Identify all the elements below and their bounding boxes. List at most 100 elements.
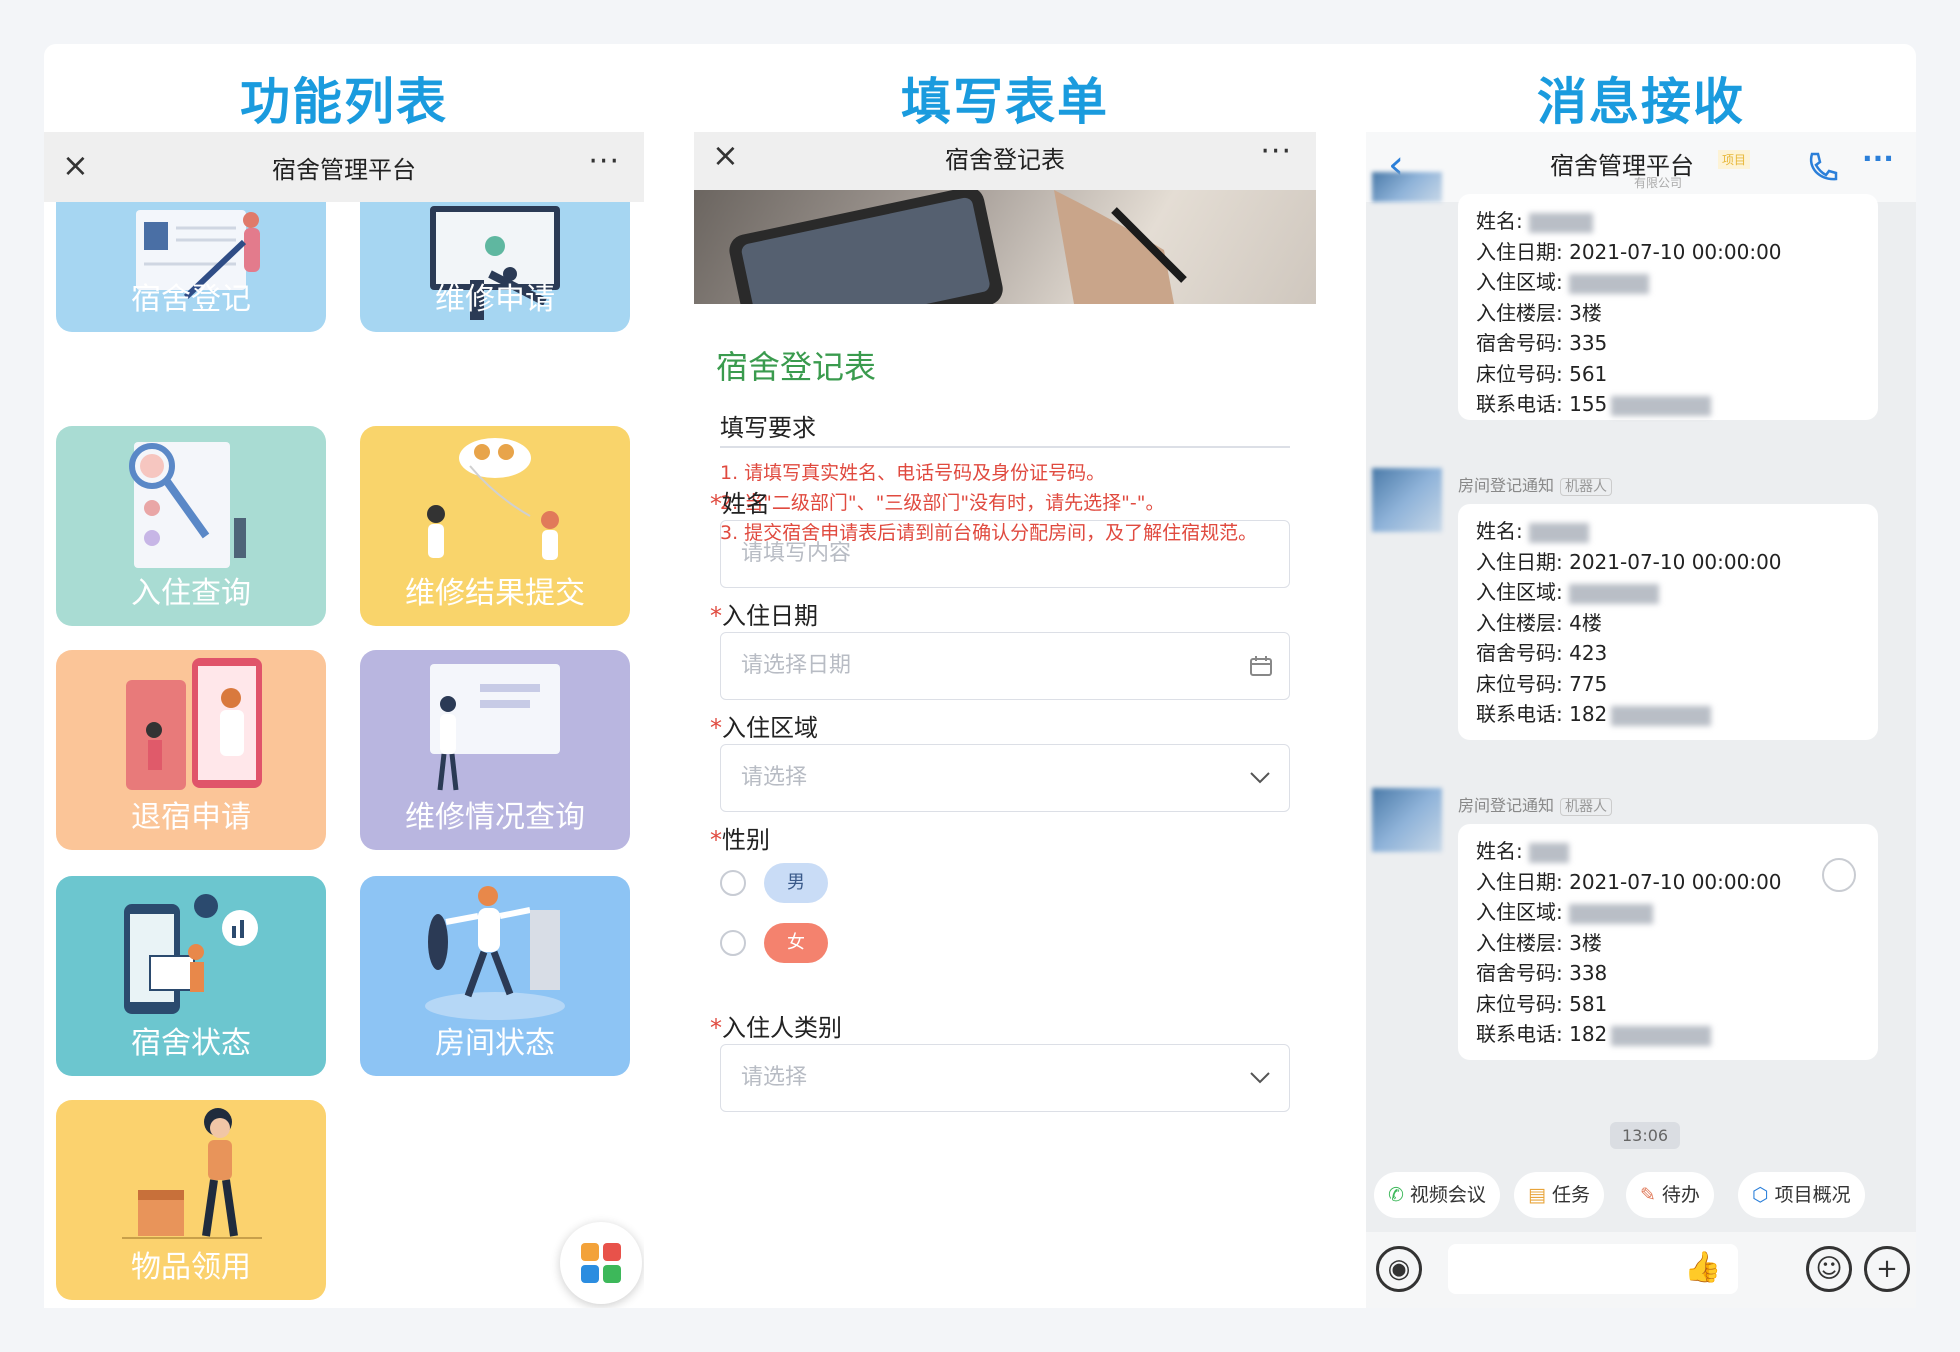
- message-card: 姓名: 入住日期: 2021-07-10 00:00:00 入住区域: 入住楼层…: [1458, 194, 1878, 420]
- todo-icon: ✎: [1640, 1184, 1656, 1206]
- more-icon[interactable]: ···: [588, 144, 620, 179]
- emoji-icon[interactable]: ☺: [1806, 1246, 1852, 1292]
- tile-label: 宿舍状态: [131, 1026, 251, 1061]
- blurred-value: [1569, 273, 1650, 294]
- tile-item-claim[interactable]: 物品领用: [56, 1100, 326, 1300]
- field-label: 入住区域:: [1476, 900, 1563, 924]
- field-label: 联系电话:: [1476, 1022, 1563, 1046]
- field-label: 床位号码:: [1476, 361, 1563, 386]
- tile-repair-request[interactable]: 维修申请: [360, 202, 630, 332]
- category-label: *入住人类别: [710, 1008, 842, 1043]
- gender-male-radio[interactable]: [720, 870, 746, 896]
- chevron-down-icon: [1250, 772, 1270, 784]
- requirement-item: 2. 当"二级部门"、"三级部门"没有时，请先选择"-"。: [720, 492, 1165, 514]
- sender-name: 房间登记通知 机器人: [1458, 792, 1613, 816]
- chip-video-meeting[interactable]: ✆ 视频会议: [1374, 1172, 1500, 1218]
- section-title: 填写要求: [720, 414, 816, 442]
- chip-project-overview[interactable]: ⬡ 项目概况: [1738, 1172, 1865, 1218]
- gender-female-option[interactable]: 女: [764, 923, 828, 963]
- label-text: 姓名: [722, 490, 770, 518]
- form-banner-image: [694, 190, 1316, 304]
- field-label: 姓名:: [1476, 209, 1523, 233]
- tile-repair-status-query[interactable]: 维修情况查询: [360, 650, 630, 850]
- tile-room-status[interactable]: 房间状态: [360, 876, 630, 1076]
- date-picker-input[interactable]: 请选择日期: [720, 632, 1290, 700]
- tile-dorm-register[interactable]: 宿舍登记: [56, 202, 326, 332]
- thumbs-up-icon[interactable]: 👍: [1684, 1250, 1721, 1285]
- blurred-value: [1529, 522, 1590, 543]
- titlebar: × 宿舍管理平台 ···: [44, 132, 644, 202]
- close-icon[interactable]: ×: [712, 136, 739, 174]
- field-value: 182: [1569, 1022, 1608, 1046]
- field-name: 姓名:: [1476, 516, 1860, 547]
- area-select[interactable]: 请选择: [720, 744, 1290, 812]
- field-label: 联系电话:: [1476, 392, 1563, 416]
- chip-task[interactable]: ▤ 任务: [1514, 1172, 1604, 1218]
- gender-female-radio[interactable]: [720, 930, 746, 956]
- chevron-down-icon: [1250, 1072, 1270, 1084]
- tile-checkin-query[interactable]: 入住查询: [56, 426, 326, 626]
- field-label: 床位号码:: [1476, 671, 1563, 696]
- field-value: 4楼: [1569, 610, 1602, 635]
- required-mark: *: [710, 714, 722, 742]
- label-text: 性别: [722, 826, 770, 854]
- tile-label: 入住查询: [131, 576, 251, 611]
- voice-input-icon[interactable]: ◉: [1376, 1246, 1422, 1292]
- close-icon[interactable]: ×: [62, 146, 89, 184]
- field-value: 2021-07-10 00:00:00: [1569, 869, 1782, 894]
- required-mark: *: [710, 490, 722, 518]
- blurred-value: [1611, 395, 1712, 416]
- tile-dorm-status[interactable]: 宿舍状态: [56, 876, 326, 1076]
- calendar-icon: [1250, 656, 1272, 676]
- field-label: 入住日期:: [1476, 869, 1563, 894]
- category-select[interactable]: 请选择: [720, 1044, 1290, 1112]
- tile-label: 维修情况查询: [405, 800, 585, 835]
- name-input[interactable]: 请填写内容: [720, 520, 1290, 588]
- field-value: 338: [1569, 961, 1608, 985]
- field-label: 姓名:: [1476, 519, 1523, 543]
- apps-grid-icon: [581, 1243, 621, 1283]
- field-value: 155: [1569, 392, 1608, 416]
- field-label: 宿舍号码:: [1476, 641, 1563, 665]
- required-mark: *: [710, 602, 722, 630]
- titlebar: × 宿舍登记表 ···: [694, 132, 1316, 190]
- field-label: 入住楼层:: [1476, 610, 1563, 635]
- field-area: 入住区域:: [1476, 577, 1860, 608]
- chat-header: ‹ 宿舍管理平台 项目 有限公司 ···: [1366, 132, 1916, 202]
- field-room: 宿舍号码: 335: [1476, 328, 1860, 359]
- date-label: *入住日期: [710, 596, 818, 631]
- tile-repair-result-submit[interactable]: 维修结果提交: [360, 426, 630, 626]
- tile-label: 房间状态: [435, 1026, 555, 1061]
- form-window-title: 宿舍登记表: [945, 146, 1065, 174]
- form-panel: × 宿舍登记表 ··· 宿舍登记表 填写要求 1. 请填写真实姓名、电话号码及身…: [694, 132, 1316, 1308]
- field-label: 入住楼层:: [1476, 930, 1563, 955]
- heading-message-receive: 消息接收: [1537, 73, 1745, 131]
- chip-todo[interactable]: ✎ 待办: [1626, 1172, 1714, 1218]
- app-title: 宿舍管理平台: [272, 155, 416, 184]
- more-icon[interactable]: ···: [1862, 142, 1894, 175]
- apps-grid-button[interactable]: [560, 1222, 642, 1304]
- add-icon[interactable]: +: [1864, 1246, 1910, 1292]
- field-date: 入住日期: 2021-07-10 00:00:00: [1476, 237, 1860, 268]
- message-card: 姓名: 入住日期: 2021-07-10 00:00:00 入住区域: 入住楼层…: [1458, 504, 1878, 740]
- tile-label: 物品领用: [131, 1250, 251, 1285]
- select-circle-icon[interactable]: [1822, 858, 1856, 892]
- field-room: 宿舍号码: 423: [1476, 638, 1860, 669]
- chat-panel: ‹ 宿舍管理平台 项目 有限公司 ··· 姓名: 入住日期: 2021-07-1…: [1366, 132, 1916, 1308]
- field-value: 182: [1569, 702, 1608, 726]
- form-title: 宿舍登记表: [716, 348, 877, 386]
- field-area: 入住区域:: [1476, 267, 1860, 298]
- blurred-value: [1529, 842, 1570, 863]
- field-date: 入住日期: 2021-07-10 00:00:00: [1476, 547, 1860, 578]
- label-text: 入住日期: [722, 602, 818, 630]
- field-label: 姓名:: [1476, 839, 1523, 863]
- field-value: 3楼: [1569, 300, 1602, 325]
- gender-male-option[interactable]: 男: [764, 863, 828, 903]
- tile-checkout-request[interactable]: 退宿申请: [56, 650, 326, 850]
- field-value: 3楼: [1569, 930, 1602, 955]
- tile-label: 维修申请: [435, 282, 555, 317]
- more-icon[interactable]: ···: [1260, 134, 1292, 169]
- phone-call-icon[interactable]: [1804, 148, 1840, 184]
- blurred-value: [1611, 705, 1712, 726]
- required-mark: *: [710, 1014, 722, 1042]
